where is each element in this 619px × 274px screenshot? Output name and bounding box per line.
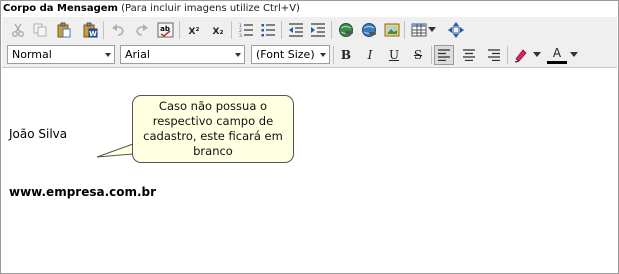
toolbar-separator bbox=[507, 46, 508, 64]
chevron-down-icon bbox=[235, 53, 241, 57]
cut-icon[interactable] bbox=[8, 20, 28, 40]
underline-button[interactable]: U bbox=[384, 45, 404, 65]
redo-icon[interactable] bbox=[132, 20, 152, 40]
editor-title-hint: (Para incluir imagens utilize Ctrl+V) bbox=[121, 3, 300, 14]
editor-toolbar-row1: W ab X² X₂ 123 bbox=[2, 17, 617, 43]
toolbar-separator bbox=[333, 46, 334, 64]
strikethrough-button[interactable]: S bbox=[408, 45, 428, 65]
paragraph-format-value: Normal bbox=[12, 48, 52, 61]
font-size-value: (Font Size) bbox=[256, 48, 315, 61]
toolbar-separator bbox=[231, 21, 232, 39]
image-icon[interactable] bbox=[382, 20, 402, 40]
superscript-icon[interactable]: X² bbox=[184, 20, 204, 40]
align-left-button[interactable] bbox=[434, 45, 454, 65]
callout-pointer bbox=[96, 143, 134, 158]
table-dropdown-icon[interactable] bbox=[426, 20, 438, 40]
toolbar-separator bbox=[103, 21, 104, 39]
editor-title: Corpo da Mensagem (Para incluir imagens … bbox=[3, 2, 300, 16]
outdent-icon[interactable] bbox=[286, 20, 306, 40]
chevron-down-icon bbox=[105, 53, 111, 57]
unlink-icon[interactable] bbox=[359, 20, 379, 40]
paragraph-format-select[interactable]: Normal bbox=[7, 45, 115, 64]
bold-button[interactable]: B bbox=[336, 45, 356, 65]
paste-icon[interactable] bbox=[54, 20, 74, 40]
move-icon[interactable] bbox=[446, 20, 466, 40]
font-color-dropdown-icon[interactable] bbox=[568, 45, 580, 65]
font-color-button[interactable]: A bbox=[547, 44, 567, 64]
subscript-label: X₂ bbox=[212, 27, 224, 37]
subscript-icon[interactable]: X₂ bbox=[208, 20, 228, 40]
bullet-list-icon[interactable] bbox=[258, 20, 278, 40]
highlight-color-icon[interactable] bbox=[511, 45, 531, 65]
callout-text: Caso não possua o respectivo campo de ca… bbox=[143, 99, 283, 158]
spellcheck-icon[interactable]: ab bbox=[156, 20, 176, 40]
toolbar-separator bbox=[281, 21, 282, 39]
align-center-button[interactable] bbox=[459, 45, 479, 65]
highlight-dropdown-icon[interactable] bbox=[531, 45, 543, 65]
paste-word-icon[interactable]: W bbox=[80, 20, 100, 40]
italic-button[interactable]: I bbox=[360, 45, 380, 65]
toolbar-separator bbox=[404, 21, 405, 39]
align-right-button[interactable] bbox=[484, 45, 504, 65]
numbered-list-icon[interactable]: 123 bbox=[236, 20, 256, 40]
toolbar-separator bbox=[179, 21, 180, 39]
toolbar-separator bbox=[331, 21, 332, 39]
font-name-value: Arial bbox=[125, 48, 150, 61]
link-icon[interactable] bbox=[336, 20, 356, 40]
editor-toolbar-row2: Normal Arial (Font Size) B I U S A bbox=[2, 43, 617, 68]
font-size-select[interactable]: (Font Size) bbox=[251, 45, 330, 64]
toolbar-separator bbox=[431, 46, 432, 64]
editor-content-area[interactable]: João Silva www.empresa.com.br Caso não p… bbox=[2, 68, 617, 273]
chevron-down-icon bbox=[320, 53, 326, 57]
undo-icon[interactable] bbox=[108, 20, 128, 40]
font-name-select[interactable]: Arial bbox=[120, 45, 245, 64]
superscript-label: X² bbox=[188, 27, 200, 37]
copy-icon[interactable] bbox=[30, 20, 50, 40]
svg-text:3: 3 bbox=[239, 33, 242, 38]
indent-icon[interactable] bbox=[308, 20, 328, 40]
svg-text:W: W bbox=[89, 30, 97, 38]
message-editor: Corpo da Mensagem (Para incluir imagens … bbox=[0, 0, 619, 274]
editor-title-label: Corpo da Mensagem bbox=[3, 3, 118, 14]
info-callout: Caso não possua o respectivo campo de ca… bbox=[132, 95, 294, 163]
